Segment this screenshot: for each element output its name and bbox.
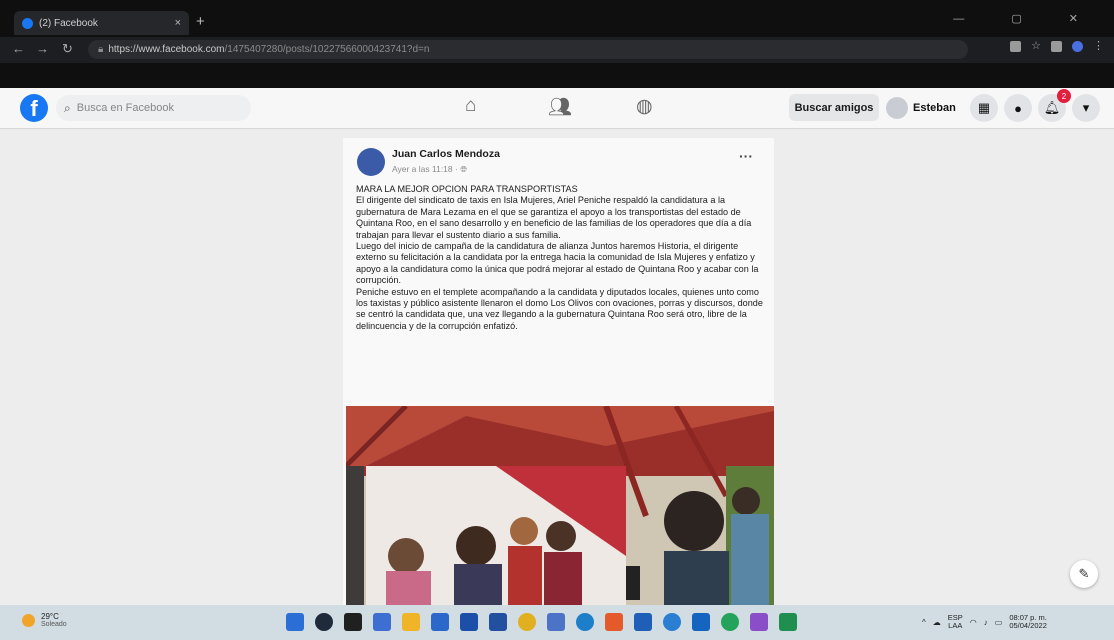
facebook-header: f ⌕ Busca en Facebook ⌂ 👥︎ ◍ Buscar amig… <box>0 88 1114 129</box>
post-card: Juan Carlos Mendoza Ayer a las 11:18 · 🌐… <box>343 138 774 605</box>
photos-icon[interactable] <box>547 613 565 631</box>
search-icon: ⌕ <box>64 100 71 115</box>
globe-icon: 🌐︎ <box>460 164 468 174</box>
share-icon[interactable] <box>1010 41 1022 52</box>
office-icon[interactable] <box>605 613 623 631</box>
app-icon[interactable] <box>692 613 710 631</box>
post-paragraph: El dirigente del sindicato de taxis en I… <box>356 195 752 240</box>
notifications-bell-icon[interactable]: 🔔︎ 2 <box>1038 89 1071 122</box>
user-name: Esteban <box>913 102 956 114</box>
app-icon[interactable] <box>663 613 681 631</box>
sun-icon <box>22 614 35 627</box>
groups-icon[interactable]: ◍ <box>636 95 653 118</box>
new-tab-button[interactable]: + <box>196 13 205 30</box>
volume-icon[interactable]: ♪ <box>984 618 988 627</box>
post-headline: MARA LA MEJOR OPCION PARA TRANSPORTISTAS <box>356 184 578 194</box>
post-timestamp[interactable]: Ayer a las 11:18 · <box>392 164 460 174</box>
battery-icon[interactable]: ▭ <box>995 618 1003 627</box>
friends-icon[interactable]: 👥︎ <box>548 95 572 119</box>
weather-description: Soleado <box>41 621 67 628</box>
browser-extensions: ☆ ⋮ <box>1010 41 1104 52</box>
post-photo[interactable] <box>346 406 774 605</box>
find-friends-button[interactable]: Buscar amigos <box>789 94 879 121</box>
keyboard-layout: LAA <box>948 621 963 630</box>
back-arrow-icon[interactable]: ← <box>12 41 25 56</box>
author-avatar[interactable] <box>357 148 385 176</box>
store-icon[interactable] <box>431 613 449 631</box>
profile-shortcut[interactable]: Esteban <box>886 95 956 121</box>
tab-close-icon[interactable]: × <box>175 17 181 29</box>
profile-avatar-icon[interactable] <box>1072 41 1083 52</box>
menu-kebab-icon[interactable]: ⋮ <box>1093 41 1104 52</box>
excel-icon[interactable] <box>779 613 797 631</box>
language-indicator[interactable]: ESP LAA <box>948 614 963 630</box>
taskbar-apps <box>286 613 797 631</box>
home-icon[interactable]: ⌂ <box>465 95 476 117</box>
menu-grid-icon[interactable]: ▦ <box>970 94 998 122</box>
app-icon[interactable] <box>489 613 507 631</box>
task-view-icon[interactable] <box>344 613 362 631</box>
lock-icon: 🔒︎ <box>98 44 104 55</box>
forward-arrow-icon[interactable]: → <box>36 41 49 56</box>
facebook-favicon-icon <box>22 17 33 29</box>
url-host: https://www.facebook.com <box>108 44 225 55</box>
chrome-icon[interactable] <box>518 613 536 631</box>
url-path: /1475407280/posts/10227566000423741?d=n <box>224 44 430 55</box>
outlook-icon[interactable] <box>460 613 478 631</box>
wifi-icon[interactable]: ◠ <box>970 618 977 627</box>
temperature: 29°C <box>41 612 59 621</box>
chat-icon[interactable] <box>373 613 391 631</box>
account-chevron-down-icon[interactable]: ▾ <box>1072 94 1100 122</box>
start-button-icon[interactable] <box>286 613 304 631</box>
post-meta: Ayer a las 11:18 · 🌐︎ <box>392 164 467 175</box>
bookmark-star-icon[interactable]: ☆ <box>1031 41 1041 52</box>
messenger-icon[interactable]: ● <box>1004 94 1032 122</box>
facebook-search-input[interactable]: ⌕ Busca en Facebook <box>56 95 251 121</box>
app-icon[interactable] <box>721 613 739 631</box>
system-tray: ^ ☁︎ ESP LAA ◠ ♪ ▭ 08:07 p. m. 05/04/202… <box>922 614 1047 630</box>
address-bar[interactable]: 🔒︎ https://www.facebook.com /1475407280/… <box>88 40 968 59</box>
campaign-event-photo <box>346 406 774 605</box>
windows-taskbar: 29°C Soleado ^ ☁︎ ESP LAA ◠ ♪ ▭ 08:07 p.… <box>0 605 1114 640</box>
post-text: MARA LA MEJOR OPCION PARA TRANSPORTISTAS… <box>356 184 766 332</box>
post-paragraph: Peniche estuvo en el templete acompañand… <box>356 286 763 331</box>
window-controls[interactable]: — ▢ ✕ <box>953 12 1100 25</box>
chevron-up-icon[interactable]: ^ <box>922 618 926 627</box>
avatar <box>886 97 908 119</box>
app-icon[interactable] <box>750 613 768 631</box>
facebook-logo[interactable]: f <box>20 94 48 122</box>
tab-title: (2) Facebook <box>39 17 98 29</box>
search-taskbar-icon[interactable] <box>315 613 333 631</box>
sidebar-icon[interactable] <box>1051 41 1062 52</box>
cloud-icon[interactable]: ☁︎ <box>933 618 941 627</box>
post-author[interactable]: Juan Carlos Mendoza <box>392 148 500 160</box>
reload-icon[interactable]: ↻ <box>62 41 73 57</box>
browser-tab[interactable]: (2) Facebook × <box>14 11 189 35</box>
compose-message-icon[interactable]: ✎ <box>1070 560 1098 588</box>
weather-widget[interactable]: 29°C Soleado <box>22 612 67 629</box>
clock[interactable]: 08:07 p. m. 05/04/2022 <box>1009 614 1047 630</box>
file-explorer-icon[interactable] <box>402 613 420 631</box>
post-options-icon[interactable]: ··· <box>739 148 753 164</box>
search-placeholder: Busca en Facebook <box>76 102 174 114</box>
notification-badge: 2 <box>1057 89 1071 103</box>
edge-icon[interactable] <box>576 613 594 631</box>
word-icon[interactable] <box>634 613 652 631</box>
post-paragraph: Luego del inicio de campaña de la candid… <box>356 241 759 286</box>
clock-date: 05/04/2022 <box>1009 621 1047 630</box>
